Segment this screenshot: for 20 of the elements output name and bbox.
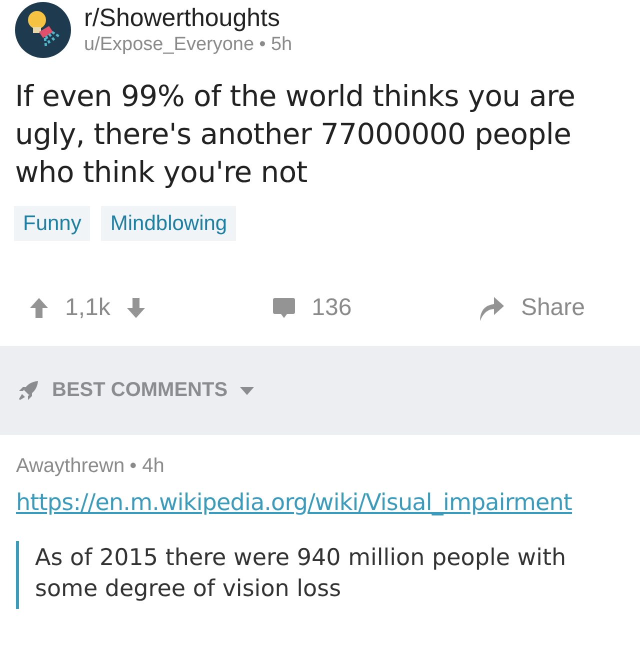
flair-tag[interactable]: Funny <box>14 206 90 241</box>
dropdown-caret-icon <box>240 386 254 394</box>
comment-author[interactable]: Awaythrewn <box>16 453 125 479</box>
comment-count: 136 <box>312 294 352 322</box>
subreddit-avatar-icon[interactable] <box>15 2 71 58</box>
share-button[interactable]: Share <box>476 294 618 322</box>
rocket-icon <box>16 378 40 402</box>
comment-quote: As of 2015 there were 940 million people with some degree of vision loss <box>16 541 626 609</box>
post-age: • 5h <box>259 33 292 57</box>
flair-tag[interactable]: Mindblowing <box>101 206 236 241</box>
upvote-icon[interactable] <box>29 296 49 318</box>
downvote-icon[interactable] <box>126 296 146 318</box>
post-title: If even 99% of the world thinks you are ugly, there's another 77000000 people who think you're not <box>15 78 576 191</box>
comment-icon[interactable] <box>272 296 296 320</box>
sort-button[interactable]: BEST COMMENTS <box>16 378 254 402</box>
subreddit-link[interactable]: r/Showerthoughts <box>84 3 292 33</box>
author-link[interactable]: u/Expose_Everyone <box>84 33 254 57</box>
comment-link[interactable]: https://en.m.wikipedia.org/wiki/Visual_impairment <box>16 487 626 519</box>
vote-count: 1,1k <box>65 294 110 322</box>
comment-age: • 4h <box>130 454 164 479</box>
